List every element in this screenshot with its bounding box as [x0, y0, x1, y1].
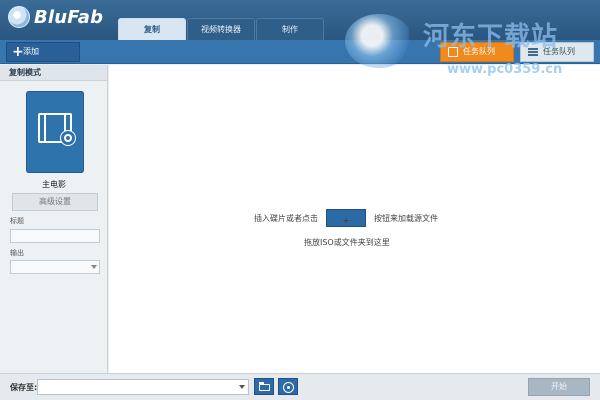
save-location-select[interactable] — [37, 379, 249, 395]
tab-copy[interactable]: 复制 — [118, 18, 186, 40]
bottom-bar: 保存至: 开始 — [0, 373, 600, 400]
disc-icon — [61, 131, 75, 145]
site-watermark: 河东下载站 www.pc0359.cn — [345, 14, 595, 82]
source-drop-area[interactable]: 插入碟片或者点击 + 按钮来加载源文件 拖放ISO或文件夹到这里 — [109, 65, 600, 373]
load-source-row: 插入碟片或者点击 + 按钮来加载源文件 — [254, 209, 438, 227]
watermark-logo-icon — [345, 14, 413, 68]
watermark-url: www.pc0359.cn — [447, 62, 563, 77]
disc-icon — [283, 382, 294, 393]
plus-icon: + — [342, 216, 350, 225]
folder-icon — [259, 382, 270, 391]
tab-video-converter[interactable]: 视频转换器 — [187, 18, 255, 40]
output-field-label: 输出 — [10, 249, 24, 257]
main-tabs: 复制 视频转换器 制作 — [118, 18, 325, 40]
drag-hint: 拖放ISO或文件夹到这里 — [304, 238, 390, 247]
main-movie-mode-tile[interactable] — [26, 91, 84, 173]
title-field[interactable] — [10, 229, 100, 243]
plus-icon: + — [12, 44, 24, 60]
copy-mode-sidebar: 复制模式 主电影 高级设置 标题 输出 — [0, 65, 108, 373]
app-logo-icon — [8, 6, 30, 28]
chevron-down-icon — [239, 385, 245, 389]
chevron-down-icon — [91, 265, 97, 269]
browse-folder-button[interactable] — [254, 378, 274, 395]
app-logo: BluFab — [8, 6, 103, 28]
watermark-site-name: 河东下载站 — [423, 22, 559, 52]
advanced-settings-button[interactable]: 高级设置 — [12, 193, 98, 211]
title-field-label: 标题 — [10, 217, 24, 225]
save-iso-button[interactable] — [278, 378, 298, 395]
insert-text-before: 插入碟片或者点击 — [254, 213, 318, 223]
load-source-button[interactable]: + — [326, 209, 366, 227]
tab-create[interactable]: 制作 — [256, 18, 324, 40]
section-title: 复制模式 — [0, 65, 107, 81]
start-button[interactable]: 开始 — [528, 378, 590, 396]
output-select[interactable] — [10, 260, 100, 274]
add-button-label: 添加 — [23, 47, 39, 56]
insert-text-after: 按钮来加载源文件 — [374, 213, 438, 223]
mode-label: 主电影 — [42, 180, 66, 189]
app-name: BluFab — [34, 6, 104, 28]
add-button[interactable]: + 添加 — [6, 42, 80, 62]
save-to-label: 保存至: — [10, 383, 38, 392]
